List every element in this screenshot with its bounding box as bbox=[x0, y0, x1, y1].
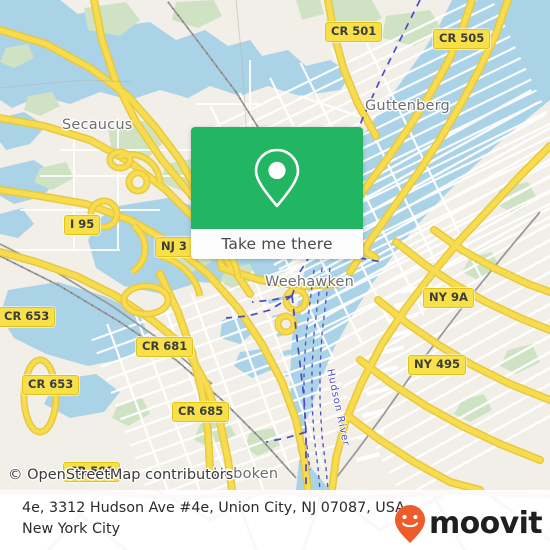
map-screenshot: Secaucus Guttenberg Weehawken Hoboken Hu… bbox=[0, 0, 550, 550]
road-shield-i-95[interactable]: I 95 bbox=[64, 215, 101, 235]
cta-icon-area bbox=[191, 127, 363, 229]
address-text: 4e, 3312 Hudson Ave #4e, Union City, NJ … bbox=[22, 498, 422, 540]
address-line-1: 4e, 3312 Hudson Ave #4e, Union City, NJ … bbox=[22, 500, 410, 516]
map-pin-icon bbox=[254, 148, 300, 208]
road-shield-nj-3[interactable]: NJ 3 bbox=[155, 237, 193, 257]
road-shield-cr-653-b[interactable]: CR 653 bbox=[22, 375, 80, 395]
osm-attribution[interactable]: © OpenStreetMap contributors bbox=[8, 467, 233, 483]
take-me-there-card[interactable]: Take me there bbox=[191, 127, 363, 259]
road-shield-cr-501[interactable]: CR 501 bbox=[325, 22, 383, 42]
cta-label: Take me there bbox=[221, 235, 333, 253]
moovit-brand[interactable]: moovit bbox=[393, 504, 543, 544]
road-shield-cr-681[interactable]: CR 681 bbox=[136, 337, 194, 357]
address-line-2: New York City bbox=[22, 521, 121, 537]
road-shield-cr-653-a[interactable]: CR 653 bbox=[0, 307, 56, 327]
moovit-wordmark: moovit bbox=[428, 506, 543, 541]
road-shield-cr-505[interactable]: CR 505 bbox=[433, 29, 491, 49]
footer-bar: 4e, 3312 Hudson Ave #4e, Union City, NJ … bbox=[0, 490, 550, 550]
moovit-pin-icon bbox=[394, 505, 425, 543]
cta-button-area[interactable]: Take me there bbox=[191, 229, 363, 259]
road-shield-ny-9a[interactable]: NY 9A bbox=[423, 288, 474, 308]
road-shield-cr-685[interactable]: CR 685 bbox=[172, 402, 230, 422]
road-shield-ny-495[interactable]: NY 495 bbox=[408, 355, 466, 375]
